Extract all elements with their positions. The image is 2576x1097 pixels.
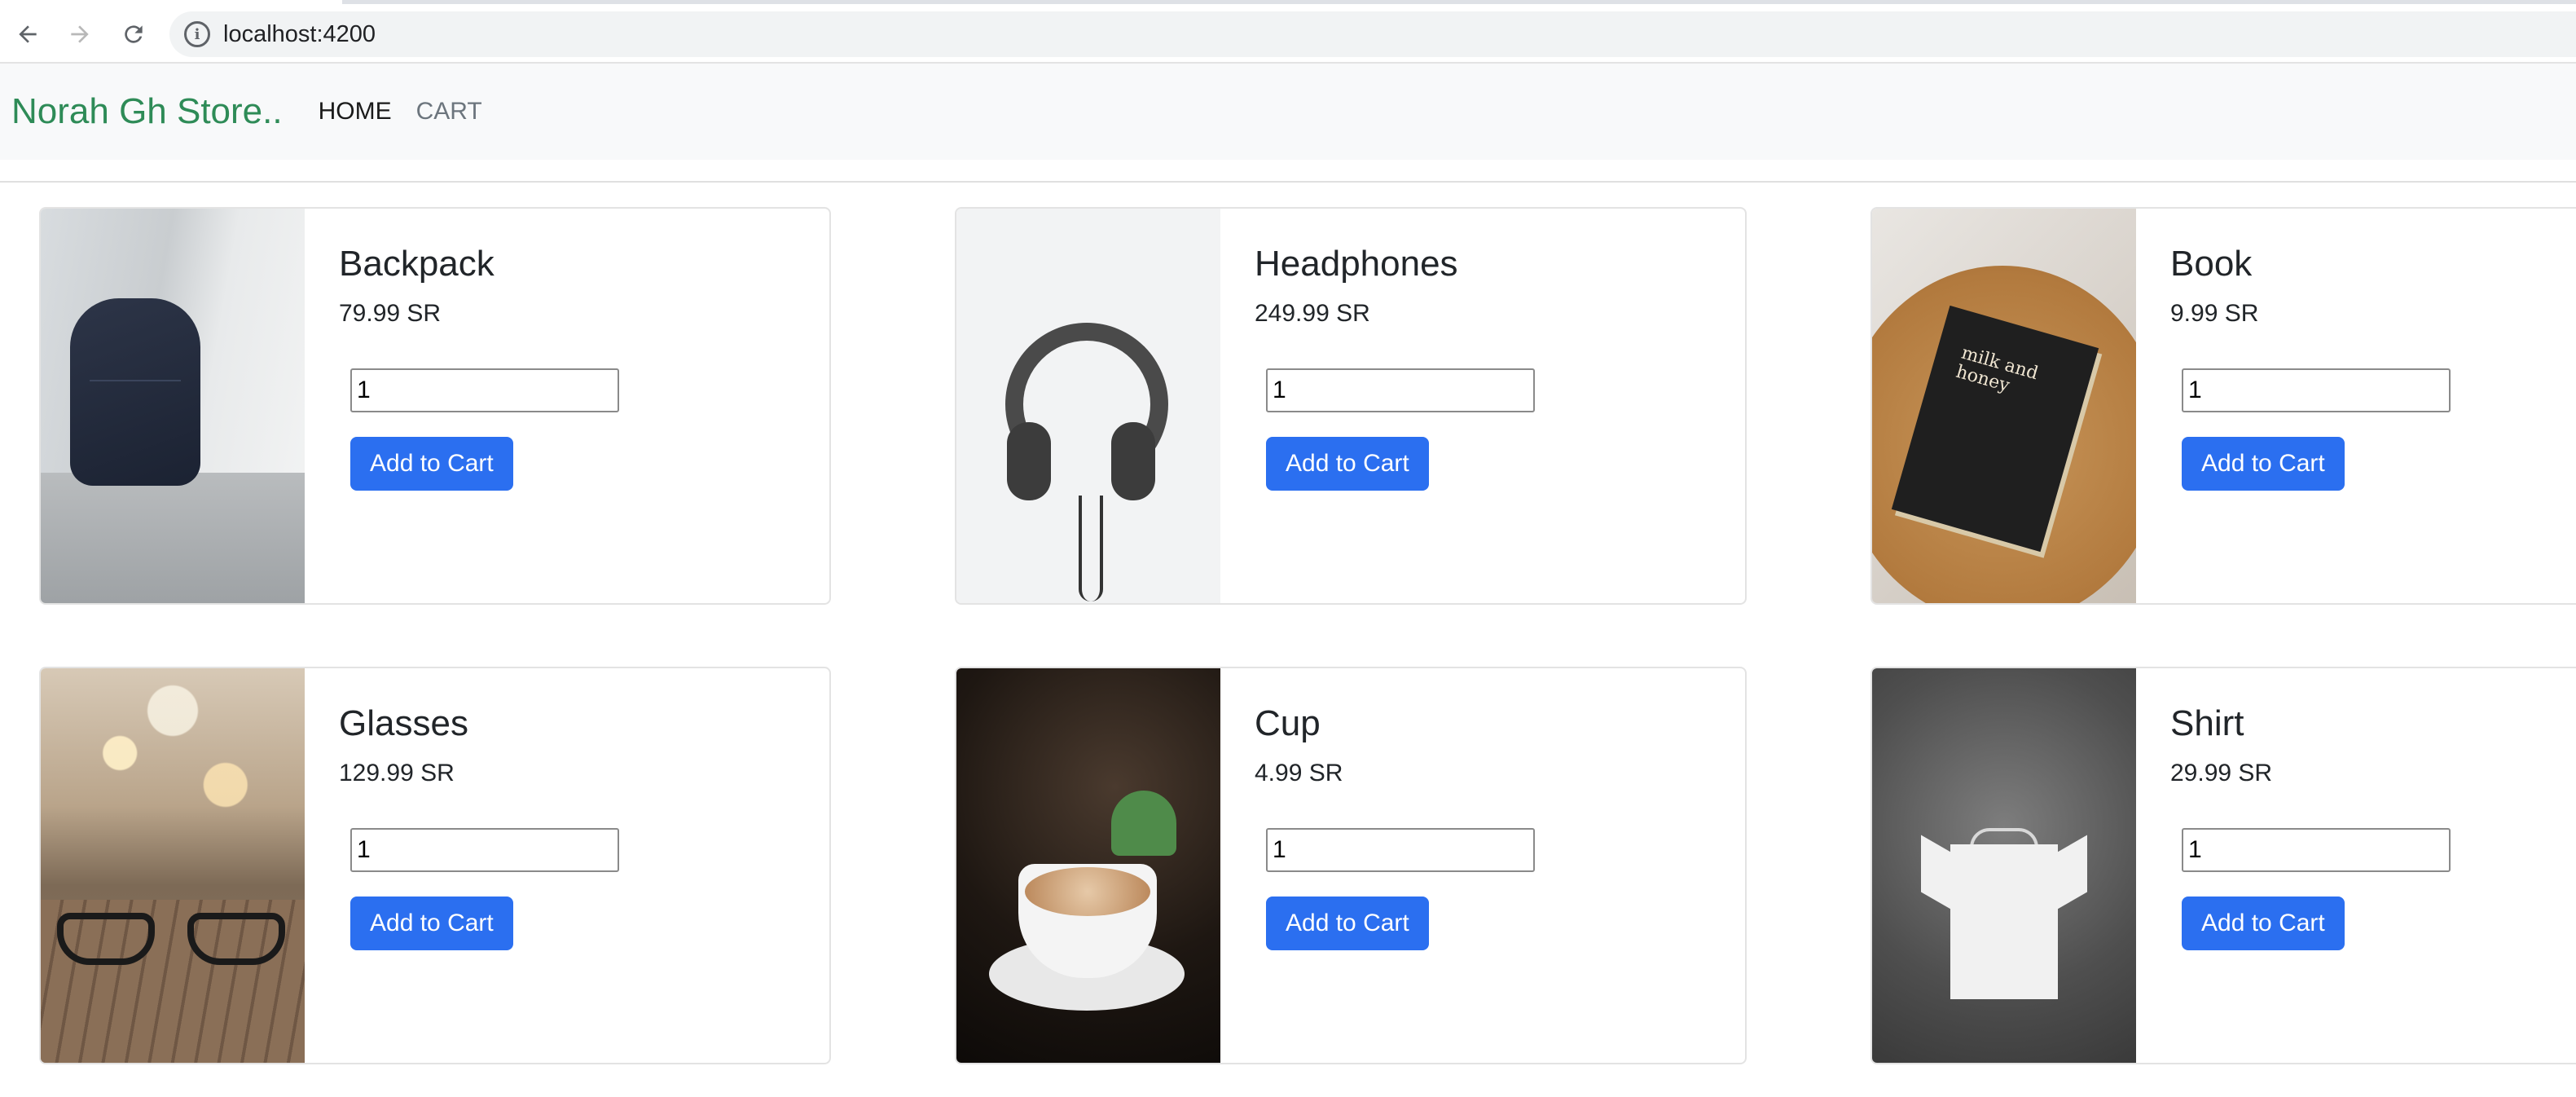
quantity-input[interactable] (350, 828, 619, 872)
quantity-input[interactable] (1266, 828, 1535, 872)
product-card-book: milk and honey Book 9.99 SR Add to Cart (1870, 207, 2576, 605)
url-text: localhost:4200 (223, 20, 376, 47)
add-to-cart-button[interactable]: Add to Cart (1266, 897, 1429, 950)
add-to-cart-button[interactable]: Add to Cart (1266, 437, 1429, 491)
product-card-headphones: Headphones 249.99 SR Add to Cart (955, 207, 1747, 605)
tab-strip-line (342, 0, 2576, 4)
product-price: 4.99 SR (1255, 760, 1343, 787)
product-image-shirt (1872, 668, 2136, 1063)
product-price: 29.99 SR (2170, 760, 2273, 787)
product-card-glasses: Glasses 129.99 SR Add to Cart (39, 667, 831, 1064)
back-arrow-icon (19, 25, 37, 43)
product-price: 249.99 SR (1255, 300, 1370, 328)
back-button[interactable] (10, 16, 46, 52)
forward-button[interactable] (62, 16, 98, 52)
info-icon[interactable]: i (184, 21, 210, 47)
reload-icon (125, 25, 143, 43)
address-bar[interactable]: i localhost:4200 (169, 11, 2576, 57)
quantity-input[interactable] (2182, 828, 2451, 872)
product-image-cup (956, 668, 1220, 1063)
product-image-glasses (41, 668, 305, 1063)
product-card-backpack: Backpack 79.99 SR Add to Cart (39, 207, 831, 605)
navbar-divider (0, 181, 2576, 183)
add-to-cart-button[interactable]: Add to Cart (350, 897, 513, 950)
app-navbar: Norah Gh Store.. HOME CART (0, 64, 2576, 160)
product-price: 9.99 SR (2170, 300, 2259, 328)
add-to-cart-button[interactable]: Add to Cart (350, 437, 513, 491)
product-title: Headphones (1255, 244, 1458, 284)
book-cover-text: milk and honey (1954, 342, 2041, 397)
reload-button[interactable] (116, 16, 152, 52)
add-to-cart-button[interactable]: Add to Cart (2182, 437, 2345, 491)
product-title: Shirt (2170, 703, 2244, 743)
product-price: 79.99 SR (339, 300, 442, 328)
product-image-backpack (41, 209, 305, 603)
nav-links: HOME CART (319, 98, 482, 126)
quantity-input[interactable] (2182, 368, 2451, 412)
product-image-book: milk and honey (1872, 209, 2136, 603)
browser-toolbar: i localhost:4200 (0, 5, 2576, 64)
product-title: Cup (1255, 703, 1321, 743)
add-to-cart-button[interactable]: Add to Cart (2182, 897, 2345, 950)
product-image-headphones (956, 209, 1220, 603)
product-title: Book (2170, 244, 2253, 284)
nav-link-cart[interactable]: CART (416, 98, 482, 126)
product-title: Backpack (339, 244, 495, 284)
quantity-input[interactable] (1266, 368, 1535, 412)
product-card-cup: Cup 4.99 SR Add to Cart (955, 667, 1747, 1064)
product-price: 129.99 SR (339, 760, 455, 787)
product-card-shirt: Shirt 29.99 SR Add to Cart (1870, 667, 2576, 1064)
quantity-input[interactable] (350, 368, 619, 412)
nav-link-home[interactable]: HOME (319, 98, 392, 126)
brand-link[interactable]: Norah Gh Store.. (11, 91, 283, 132)
forward-arrow-icon (71, 25, 89, 43)
product-title: Glasses (339, 703, 468, 743)
